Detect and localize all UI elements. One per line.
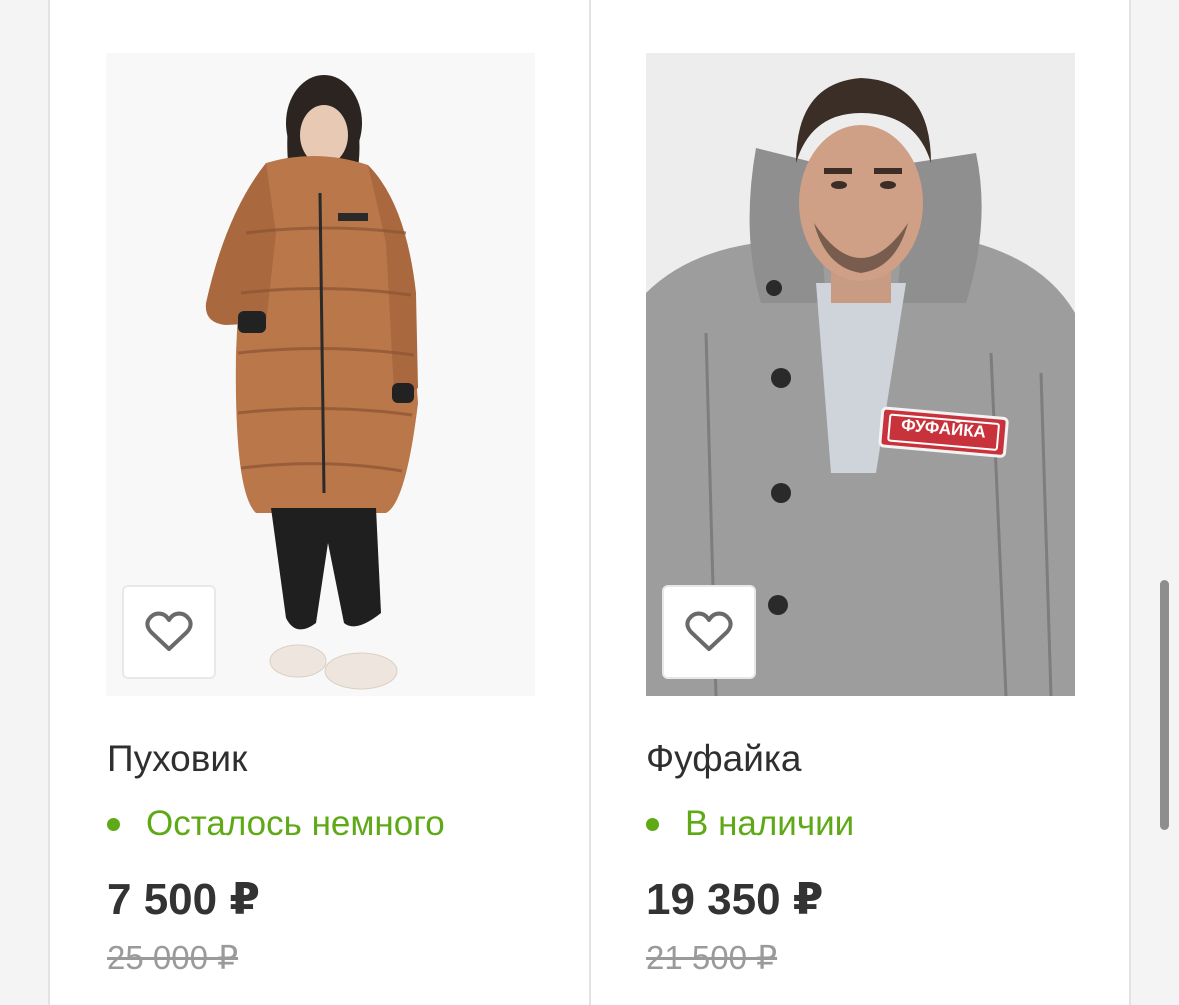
heart-icon xyxy=(145,611,193,651)
product-old-price: 25 000 ₽ xyxy=(107,939,239,976)
favorite-button[interactable] xyxy=(662,585,756,679)
stock-status: В наличии xyxy=(646,804,854,844)
product-card[interactable]: ФУФАЙКА Фуфайка В наличии 19 350 ₽ 21 50… xyxy=(589,0,1131,1005)
product-image[interactable]: ФУФАЙКА xyxy=(646,53,1075,696)
product-old-price: 21 500 ₽ xyxy=(646,939,778,976)
stock-dot-icon xyxy=(646,817,659,831)
stock-status: Осталось немного xyxy=(107,804,445,844)
product-price: 7 500 ₽ xyxy=(107,875,260,924)
favorite-button[interactable] xyxy=(122,585,216,679)
product-image[interactable] xyxy=(106,53,535,696)
product-card[interactable]: Пуховик Осталось немного 7 500 ₽ 25 000 … xyxy=(48,0,591,1005)
stock-status-label: В наличии xyxy=(685,804,855,843)
heart-icon xyxy=(685,611,733,651)
product-grid: Пуховик Осталось немного 7 500 ₽ 25 000 … xyxy=(0,0,1179,1005)
stock-dot-icon xyxy=(107,817,120,831)
product-price: 19 350 ₽ xyxy=(646,875,824,924)
product-title[interactable]: Фуфайка xyxy=(646,738,801,780)
scrollbar[interactable] xyxy=(1160,580,1169,830)
stock-status-label: Осталось немного xyxy=(146,804,445,843)
product-title[interactable]: Пуховик xyxy=(107,738,247,780)
